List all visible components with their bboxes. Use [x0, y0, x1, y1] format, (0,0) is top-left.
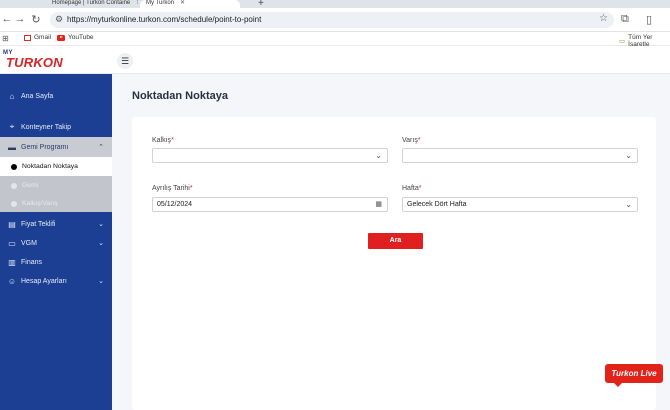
chevron-down-icon: ⌄ [98, 278, 104, 285]
sidebar-item-label: Finans [21, 258, 43, 266]
turkon-logo[interactable]: MY TURKON [3, 50, 63, 70]
sidebar-item-finance[interactable]: ▥ Finans [0, 252, 112, 272]
bookmarks-bar: ⊞ Gmail YouTube ▭ Tüm Yer İşaretle [0, 32, 670, 48]
departure-label: Kalkış* [152, 137, 174, 144]
sidebar-subitem-departure-arrival[interactable]: Kalkış/Varış [0, 195, 112, 212]
sidebar-item-label: Gemi Programı [21, 143, 69, 151]
location-pin-icon: ⌖ [9, 122, 15, 131]
sidebar-item-vgm[interactable]: ▭ VGM ⌄ [0, 233, 112, 253]
chevron-down-icon: ⌄ [625, 151, 632, 160]
sidebar-item-label: Hesap Ayarları [21, 277, 67, 285]
folder-icon: ▭ [619, 38, 626, 45]
sidebar-item-label: Konteyner Takip [21, 123, 72, 131]
sidebar-subitem-label: Gemi [22, 182, 39, 189]
tab-title: Homepage | Turkon Containe [52, 0, 131, 6]
document-icon: ▤ [8, 219, 16, 229]
url-text: https://myturkonline.turkon.com/schedule… [67, 15, 262, 24]
sidebar: ⌂ Ana Sayfa ⌖ Konteyner Takip ▬ Gemi Pro… [0, 74, 112, 410]
user-icon: ☺ [7, 276, 17, 286]
chevron-up-icon: ⌃ [98, 144, 104, 151]
browser-toolbar: ← → ↻ ⚙ https://myturkonline.turkon.com/… [0, 8, 670, 32]
sidebar-item-price-quote[interactable]: ▤ Fiyat Teklifi ⌄ [0, 214, 112, 234]
sidebar-subitem-label: Noktadan Noktaya [22, 163, 78, 170]
bookmark-label: Gmail [34, 34, 51, 41]
bullet-icon [11, 182, 17, 189]
chevron-down-icon: ⌄ [375, 151, 382, 160]
chevron-down-icon: ⌄ [625, 200, 632, 209]
bookmark-star-icon[interactable]: ☆ [599, 13, 608, 24]
apps-grid-icon[interactable]: ⊞ [2, 34, 9, 43]
tab-title: My Turkon [146, 0, 175, 6]
calendar-icon[interactable]: ▦ [375, 198, 382, 211]
departure-date-label: Ayrılış Tarihi* [152, 185, 193, 192]
week-value: Gelecek Dört Hafta [407, 201, 467, 208]
bullet-icon [11, 163, 17, 170]
sidebar-item-home[interactable]: ⌂ Ana Sayfa [0, 86, 112, 106]
bookmark-label: YouTube [68, 34, 94, 41]
sidebar-item-label: Ana Sayfa [21, 92, 54, 100]
back-arrow-icon[interactable]: ← [0, 13, 14, 25]
departure-date-input[interactable]: 05/12/2024 ▦ [152, 197, 388, 212]
date-value: 05/12/2024 [157, 201, 193, 208]
browser-tab-bar: Homepage | Turkon Containe✕ My Turkon✕ + [0, 0, 670, 9]
departure-select[interactable]: ⌄ [152, 148, 388, 163]
arrival-label: Varış* [402, 137, 421, 144]
sidebar-item-label: VGM [21, 239, 37, 247]
sidebar-item-container-tracking[interactable]: ⌖ Konteyner Takip [0, 117, 112, 137]
sidebar-item-account-settings[interactable]: ☺ Hesap Ayarları ⌄ [0, 271, 112, 291]
gmail-icon [24, 34, 31, 41]
browser-tab-homepage[interactable]: Homepage | Turkon Containe ✕ [46, 0, 138, 8]
card-icon: ▭ [8, 238, 16, 248]
week-label: Hafta* [402, 185, 422, 192]
sidebar-subitem-label: Kalkış/Varış [22, 200, 58, 207]
logo-turkon: TURKON [6, 55, 63, 70]
week-select[interactable]: Gelecek Dört Hafta ⌄ [402, 197, 638, 212]
chevron-down-icon: ⌄ [98, 240, 104, 247]
arrival-select[interactable]: ⌄ [402, 148, 638, 163]
page-title: Noktadan Noktaya [132, 90, 228, 102]
close-icon[interactable]: ✕ [136, 0, 138, 6]
bullet-icon [11, 200, 17, 207]
app-header: MY TURKON ☰ [0, 46, 670, 74]
sidebar-subitem-point-to-point[interactable]: Noktadan Noktaya [0, 157, 112, 176]
chevron-down-icon: ⌄ [98, 221, 104, 228]
sidebar-item-label: Fiyat Teklifi [21, 220, 56, 228]
address-bar[interactable]: ⚙ https://myturkonline.turkon.com/schedu… [50, 12, 614, 28]
browser-tab-myturkon[interactable]: My Turkon ✕ [140, 0, 240, 8]
forward-arrow-icon[interactable]: → [13, 13, 27, 25]
sidebar-item-ship-schedule[interactable]: ▬ Gemi Programı ⌃ [0, 137, 112, 157]
search-button[interactable]: Ara [368, 233, 423, 249]
reload-icon[interactable]: ↻ [29, 13, 43, 26]
bookmark-gmail[interactable]: Gmail [24, 34, 51, 41]
sidebar-panel-icon[interactable]: ▯ [646, 13, 652, 26]
bookmark-youtube[interactable]: YouTube [57, 34, 94, 41]
ship-icon: ▬ [8, 142, 16, 152]
sidebar-subitem-ship[interactable]: Gemi [0, 176, 112, 195]
hamburger-menu-icon[interactable]: ☰ [117, 53, 133, 69]
close-icon[interactable]: ✕ [180, 0, 185, 6]
site-info-icon[interactable]: ⚙ [55, 14, 63, 25]
extensions-icon[interactable]: ⧉ [621, 13, 629, 26]
youtube-icon [57, 34, 65, 41]
home-icon: ⌂ [9, 91, 15, 101]
chart-icon: ▥ [8, 257, 16, 267]
live-chat-button[interactable]: Turkon Live [605, 364, 663, 387]
